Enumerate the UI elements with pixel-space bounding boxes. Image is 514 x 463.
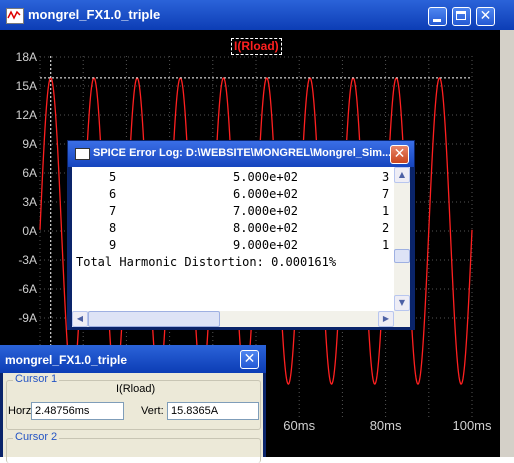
log-row: 9 9.000e+02 1	[109, 238, 390, 252]
y-tick-label: 9A	[22, 137, 37, 151]
vert-value-field[interactable]: 15.8365A	[167, 402, 259, 420]
cursor1-legend: Cursor 1	[13, 373, 60, 385]
scroll-up-icon[interactable]: ▲	[394, 167, 410, 183]
y-tick-label: -3A	[18, 253, 37, 267]
cursor2-legend: Cursor 2	[13, 431, 60, 443]
document-icon	[75, 148, 90, 160]
y-tick-label: 6A	[22, 166, 37, 180]
cursor-window: mongrel_FX1.0_triple ✕ Cursor 1 I(Rload)…	[0, 345, 266, 463]
x-tick-labels: 60ms 80ms 100ms	[283, 418, 492, 433]
close-icon: ✕	[393, 146, 406, 162]
log-row: 6 6.000e+02 7	[109, 187, 390, 201]
vert-label: Vert:	[141, 405, 164, 417]
cursor-window-title-bar[interactable]: mongrel_FX1.0_triple ✕	[0, 345, 266, 373]
horizontal-scroll-thumb[interactable]	[88, 311, 220, 327]
error-log-text[interactable]: 5 5.000e+02 3 6 6.000e+02 7 7 7.000e+02 1 8 8.0…	[76, 169, 394, 309]
error-log-title: SPICE Error Log: D:\WEBSITE\MONGREL\Mong…	[93, 147, 392, 159]
x-tick-label: 80ms	[370, 418, 402, 433]
scrollbar-corner	[394, 311, 410, 327]
cursor-window-close-button[interactable]: ✕	[240, 350, 259, 369]
cursor-window-body: Cursor 1 I(Rload) Horz: 2.48756ms Vert: …	[3, 373, 263, 463]
y-tick-label: 18A	[16, 50, 37, 64]
error-log-body: 5 5.000e+02 3 6 6.000e+02 7 7 7.000e+02 1 8 8.0…	[72, 167, 410, 327]
scroll-down-icon[interactable]: ▼	[394, 295, 410, 311]
close-icon: ✕	[243, 351, 256, 367]
cursor1-trace-name: I(Rload)	[116, 383, 156, 395]
x-tick-label: 100ms	[452, 418, 492, 433]
thd-line: Total Harmonic Distortion: 0.000161%	[76, 255, 337, 269]
scroll-right-icon[interactable]: ▶	[378, 311, 394, 327]
scroll-left-icon[interactable]: ◀	[72, 311, 88, 327]
vertical-scroll-thumb[interactable]	[394, 249, 410, 263]
error-log-title-bar[interactable]: SPICE Error Log: D:\WEBSITE\MONGREL\Mong…	[68, 141, 414, 167]
error-log-close-button[interactable]: ✕	[390, 145, 409, 164]
horz-value-field[interactable]: 2.48756ms	[31, 402, 124, 420]
spice-error-log-window: SPICE Error Log: D:\WEBSITE\MONGREL\Mong…	[67, 140, 415, 330]
cursor-window-title: mongrel_FX1.0_triple	[5, 353, 128, 367]
y-tick-label: 3A	[22, 195, 37, 209]
log-row: 8 8.000e+02 2	[109, 221, 390, 235]
log-row: 5 5.000e+02 3	[109, 170, 390, 184]
x-tick-label: 60ms	[283, 418, 315, 433]
y-tick-labels: 18A 15A 12A 9A 6A 3A 0A -3A -6A -9A	[16, 50, 37, 325]
trace-label[interactable]: I(Rload)	[231, 38, 282, 55]
horizontal-scrollbar[interactable]: ◀ ▶	[72, 311, 394, 327]
log-row: 7 7.000e+02 1	[109, 204, 390, 218]
y-tick-label: -6A	[18, 282, 37, 296]
y-tick-label: -9A	[18, 311, 37, 325]
y-tick-label: 0A	[22, 224, 37, 238]
y-tick-label: 15A	[16, 79, 37, 93]
y-tick-label: 12A	[16, 108, 37, 122]
vertical-scrollbar[interactable]: ▲ ▼	[394, 167, 410, 311]
cursor2-group: Cursor 2	[6, 431, 261, 463]
